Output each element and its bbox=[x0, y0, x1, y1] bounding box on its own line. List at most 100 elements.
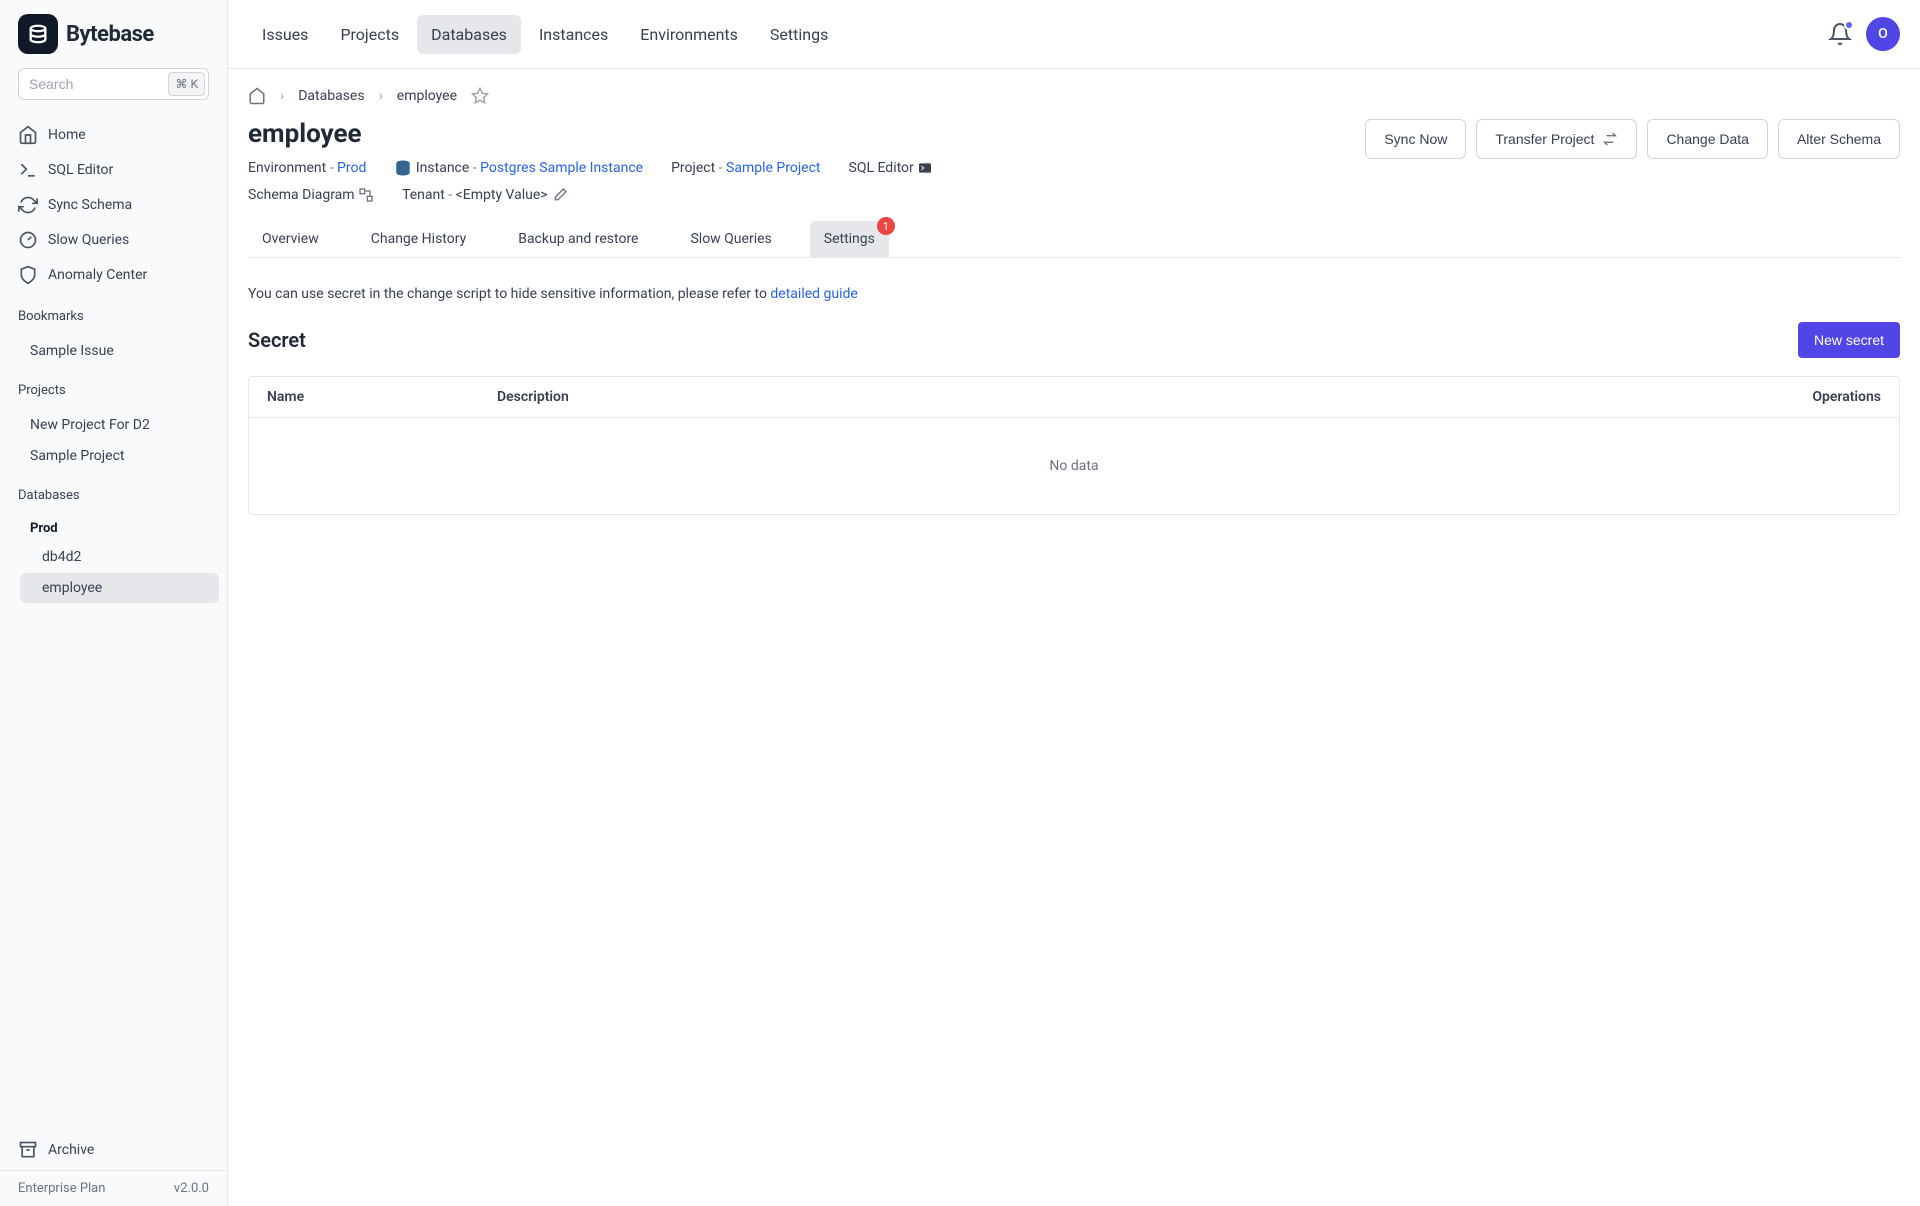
sidebar-db-label: employee bbox=[42, 580, 102, 596]
avatar-initial: O bbox=[1878, 26, 1888, 42]
sidebar-item-label: Home bbox=[48, 127, 86, 143]
page-title: employee bbox=[248, 119, 968, 149]
btn-label: Alter Schema bbox=[1797, 131, 1881, 147]
sidebar-item-label: Sync Schema bbox=[48, 197, 132, 213]
sidebar-item-sync-schema[interactable]: Sync Schema bbox=[8, 188, 219, 222]
topnav-label: Environments bbox=[640, 25, 738, 44]
subtab-change-history[interactable]: Change History bbox=[357, 221, 480, 257]
topnav-issues[interactable]: Issues bbox=[248, 15, 322, 54]
project-label: Project bbox=[671, 160, 715, 176]
chevron-right-icon: › bbox=[280, 88, 284, 104]
edit-icon[interactable] bbox=[552, 187, 568, 203]
breadcrumb: › Databases › employee bbox=[248, 87, 1900, 105]
detailed-guide-link[interactable]: detailed guide bbox=[770, 286, 857, 302]
sidebar: Bytebase ⌘ K Home SQL Editor Sync Schema bbox=[0, 0, 228, 1206]
terminal-icon bbox=[917, 160, 933, 176]
breadcrumb-leaf: employee bbox=[397, 88, 457, 104]
sidebar-item-anomaly-center[interactable]: Anomaly Center bbox=[8, 258, 219, 292]
chevron-right-icon: › bbox=[379, 88, 383, 104]
sidebar-item-slow-queries[interactable]: Slow Queries bbox=[8, 223, 219, 257]
table-head-description: Description bbox=[479, 377, 1749, 417]
subtab-label: Overview bbox=[262, 231, 319, 247]
plan-name: Enterprise Plan bbox=[18, 1181, 105, 1196]
settings-desc: You can use secret in the change script … bbox=[248, 286, 770, 302]
notifications-button[interactable] bbox=[1828, 22, 1852, 46]
star-icon[interactable] bbox=[471, 87, 489, 105]
archive-icon bbox=[18, 1140, 38, 1160]
notification-dot-icon bbox=[1844, 20, 1854, 30]
new-secret-button[interactable]: New secret bbox=[1798, 322, 1900, 358]
shield-icon bbox=[18, 265, 38, 285]
databases-head: Databases bbox=[0, 480, 227, 507]
subtab-slow-queries[interactable]: Slow Queries bbox=[676, 221, 785, 257]
bookmark-item[interactable]: Sample Issue bbox=[20, 336, 219, 366]
topnav-label: Instances bbox=[539, 25, 608, 44]
secret-table: Name Description Operations No data bbox=[248, 376, 1900, 515]
topbar: Issues Projects Databases Instances Envi… bbox=[228, 0, 1920, 69]
sidebar-item-home[interactable]: Home bbox=[8, 118, 219, 152]
breadcrumb-databases[interactable]: Databases bbox=[298, 88, 364, 104]
sidebar-item-label: Slow Queries bbox=[48, 232, 129, 248]
sidebar-item-sql-editor[interactable]: SQL Editor bbox=[8, 153, 219, 187]
sync-icon bbox=[18, 195, 38, 215]
topnav-label: Projects bbox=[340, 25, 399, 44]
schema-diagram-link[interactable]: Schema Diagram bbox=[248, 187, 374, 203]
alter-schema-button[interactable]: Alter Schema bbox=[1778, 119, 1900, 159]
topnav-environments[interactable]: Environments bbox=[626, 15, 752, 54]
diagram-icon bbox=[358, 187, 374, 203]
transfer-icon bbox=[1602, 131, 1618, 147]
bookmark-label: Sample Issue bbox=[30, 343, 114, 359]
subtab-settings[interactable]: Settings 1 bbox=[810, 221, 889, 257]
sidebar-item-archive[interactable]: Archive bbox=[0, 1130, 227, 1170]
topnav-label: Issues bbox=[262, 25, 308, 44]
sidebar-item-label: Anomaly Center bbox=[48, 267, 147, 283]
avatar[interactable]: O bbox=[1866, 17, 1900, 51]
sql-editor-label: SQL Editor bbox=[849, 160, 914, 176]
btn-label: Change Data bbox=[1666, 131, 1749, 147]
sync-now-button[interactable]: Sync Now bbox=[1365, 119, 1466, 159]
sidebar-db-item[interactable]: employee bbox=[20, 573, 219, 603]
bookmarks-head: Bookmarks bbox=[0, 301, 227, 328]
sidebar-db-item[interactable]: db4d2 bbox=[20, 542, 219, 572]
topnav-instances[interactable]: Instances bbox=[525, 15, 622, 54]
project-item[interactable]: Sample Project bbox=[20, 441, 219, 471]
instance-link[interactable]: Postgres Sample Instance bbox=[480, 160, 643, 176]
postgres-icon bbox=[394, 159, 412, 177]
btn-label: Sync Now bbox=[1384, 131, 1447, 147]
topnav-databases[interactable]: Databases bbox=[417, 15, 521, 54]
btn-label: New secret bbox=[1814, 332, 1884, 348]
db-env-label: Prod bbox=[20, 515, 219, 542]
btn-label: Transfer Project bbox=[1495, 131, 1594, 147]
table-head-operations: Operations bbox=[1749, 377, 1899, 417]
sql-editor-link[interactable]: SQL Editor bbox=[849, 159, 934, 177]
topnav-label: Settings bbox=[770, 25, 828, 44]
topnav-label: Databases bbox=[431, 25, 507, 44]
projects-head: Projects bbox=[0, 375, 227, 402]
subtab-overview[interactable]: Overview bbox=[248, 221, 333, 257]
transfer-project-button[interactable]: Transfer Project bbox=[1476, 119, 1637, 159]
env-link[interactable]: Prod bbox=[337, 160, 366, 176]
settings-badge: 1 bbox=[877, 217, 895, 235]
subtab-label: Change History bbox=[371, 231, 466, 247]
subtab-backup[interactable]: Backup and restore bbox=[504, 221, 652, 257]
subtab-label: Slow Queries bbox=[690, 231, 771, 247]
no-data-text: No data bbox=[1049, 458, 1098, 474]
app-version: v2.0.0 bbox=[174, 1181, 209, 1196]
search-kbd: ⌘ K bbox=[168, 72, 205, 96]
sidebar-db-label: db4d2 bbox=[42, 549, 81, 565]
topnav-projects[interactable]: Projects bbox=[326, 15, 413, 54]
secret-heading: Secret bbox=[248, 328, 306, 352]
topnav-settings[interactable]: Settings bbox=[756, 15, 842, 54]
project-link[interactable]: Sample Project bbox=[726, 160, 820, 176]
env-label: Environment bbox=[248, 160, 326, 176]
archive-label: Archive bbox=[48, 1142, 94, 1158]
sidebar-item-label: SQL Editor bbox=[48, 162, 113, 178]
instance-label: Instance bbox=[416, 160, 469, 176]
change-data-button[interactable]: Change Data bbox=[1647, 119, 1768, 159]
logo[interactable]: Bytebase bbox=[18, 14, 209, 54]
tenant-label: Tenant bbox=[402, 187, 445, 203]
project-item[interactable]: New Project For D2 bbox=[20, 410, 219, 440]
search-input-wrap: ⌘ K bbox=[18, 68, 209, 100]
breadcrumb-home[interactable] bbox=[248, 87, 266, 105]
project-label: Sample Project bbox=[30, 448, 124, 464]
